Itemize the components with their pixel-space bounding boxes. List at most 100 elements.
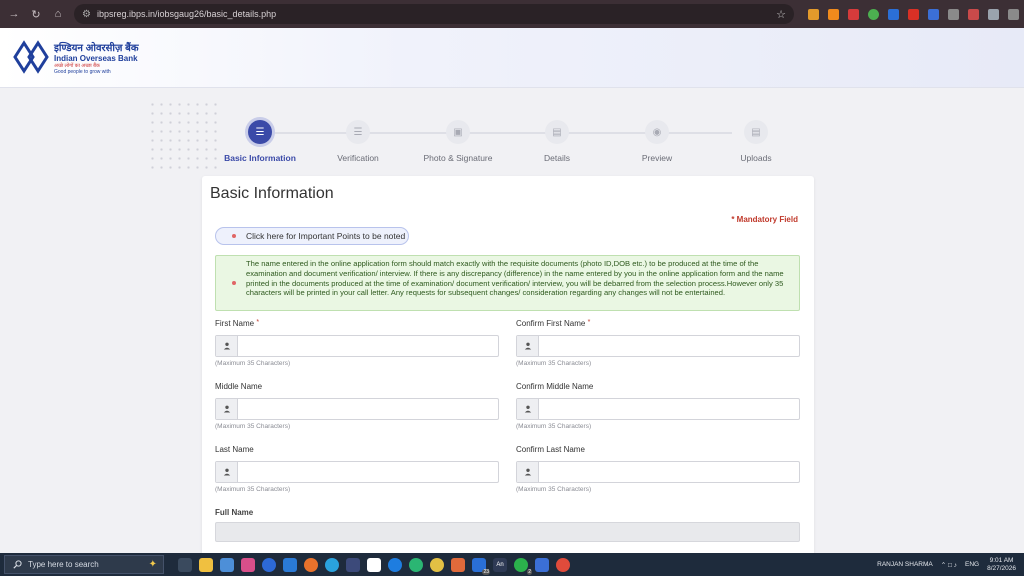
extension-icon[interactable] [848, 8, 859, 20]
first-name-hint: (Maximum 35 Characters) [215, 360, 291, 367]
app-icon[interactable] [451, 557, 465, 572]
app-icon[interactable] [535, 557, 549, 572]
telegram-icon[interactable] [325, 557, 339, 572]
store-icon[interactable] [220, 557, 234, 572]
edge-dev-icon[interactable] [409, 557, 423, 572]
confirm-last-name-label: Confirm Last Name [516, 445, 585, 454]
confirm-last-name-group: Confirm Last Name (Maximum 35 Characters… [516, 445, 800, 493]
puzzle-extensions-icon[interactable] [948, 8, 959, 20]
full-name-readonly-field [215, 522, 800, 542]
document-icon: ▤ [545, 120, 569, 144]
browser-toolbar: → ↻ ⌂ ⚙ ibpsreg.ibps.in/iobsgaug26/basic… [0, 0, 1024, 28]
download-icon[interactable] [968, 8, 979, 20]
first-name-label: First Name [215, 319, 255, 328]
extension-icon[interactable] [808, 8, 819, 20]
last-name-group: Last Name (Maximum 35 Characters) [215, 445, 499, 493]
anydesk-icon[interactable]: An [493, 557, 507, 572]
chrome-icon[interactable] [430, 557, 444, 572]
system-tray-icons[interactable]: ⌃ □ ♪ [941, 561, 957, 569]
whatsapp-icon[interactable]: 2 [514, 557, 532, 575]
home-icon[interactable]: ⌂ [48, 8, 68, 21]
capcut-icon[interactable] [367, 557, 381, 572]
user-icon [517, 399, 539, 419]
bank-name-hindi: इण्डियन ओवरसीज़ बैंक [54, 43, 139, 54]
instagram-icon[interactable] [241, 557, 255, 572]
url-text: ibpsreg.ibps.in/iobsgaug26/basic_details… [96, 9, 277, 19]
progress-stepper: ☰ Basic Information ☰ Verification ▣ Pho… [222, 120, 782, 164]
confirm-first-name-input[interactable] [539, 336, 799, 356]
task-view-icon[interactable] [178, 557, 192, 572]
badge-count: 2 [527, 568, 532, 575]
document-icon: ▤ [744, 120, 768, 144]
bank-name: Indian Overseas Bank [54, 54, 138, 63]
middle-name-input[interactable] [238, 399, 498, 419]
bullet-dot-icon [232, 281, 236, 285]
image-icon: ▣ [446, 120, 470, 144]
confirm-middle-name-group: Confirm Middle Name (Maximum 35 Characte… [516, 382, 800, 430]
file-explorer-icon[interactable] [199, 557, 213, 572]
mail-icon[interactable] [283, 557, 297, 572]
last-name-input[interactable] [238, 462, 498, 482]
badge-count: 23 [482, 568, 490, 575]
last-name-label: Last Name [215, 445, 254, 454]
middle-name-label: Middle Name [215, 382, 263, 391]
confirm-last-name-input[interactable] [539, 462, 799, 482]
step-preview[interactable]: ◉ Preview [612, 120, 702, 163]
first-name-input[interactable] [238, 336, 498, 356]
important-points-button[interactable]: Click here for Important Points to be no… [215, 227, 409, 245]
app-icon[interactable] [346, 557, 360, 572]
site-header: इण्डियन ओवरसीज़ बैंक Indian Overseas Ban… [0, 28, 1024, 88]
iob-logo-icon [13, 40, 49, 74]
step-details[interactable]: ▤ Details [512, 120, 602, 163]
windows-taskbar: Type here to search ✦ 23 An 2 RANJAN SHA… [0, 553, 1024, 576]
user-icon [517, 336, 539, 356]
facebook-icon[interactable] [262, 557, 276, 572]
last-name-hint: (Maximum 35 Characters) [215, 486, 291, 493]
mandatory-field-note: * Mandatory Field [731, 215, 798, 224]
bookmark-star-icon[interactable]: ☆ [776, 8, 786, 21]
user-icon [216, 336, 238, 356]
confirm-middle-name-input[interactable] [539, 399, 799, 419]
taskbar-search-box[interactable]: Type here to search ✦ [4, 555, 164, 574]
step-photo-signature[interactable]: ▣ Photo & Signature [413, 120, 503, 163]
name-notice-box: The name entered in the online applicati… [215, 255, 800, 311]
app-badge-icon[interactable]: 23 [472, 557, 490, 575]
first-name-group: First Name * (Maximum 35 Characters) [215, 319, 499, 367]
menu-icon[interactable] [1008, 8, 1019, 20]
location-extension-icon[interactable] [868, 8, 879, 20]
firefox-icon[interactable] [304, 557, 318, 572]
reload-icon[interactable]: ↻ [26, 8, 46, 21]
language-indicator[interactable]: ENG [965, 561, 979, 568]
confirm-first-name-hint: (Maximum 35 Characters) [516, 360, 592, 367]
clock-time: 9:01 AM [989, 556, 1014, 564]
extension-icon[interactable] [888, 8, 899, 20]
list-icon: ☰ [346, 120, 370, 144]
eye-icon: ◉ [645, 120, 669, 144]
chrome-active-icon[interactable] [556, 557, 570, 572]
required-marker: * [256, 319, 260, 326]
taskbar-clock[interactable]: 9:01 AM 8/27/2026 [987, 557, 1016, 573]
taskbar-search-placeholder: Type here to search [28, 560, 99, 569]
user-icon [517, 462, 539, 482]
step-uploads[interactable]: ▤ Uploads [711, 120, 801, 163]
step-label: Details [544, 153, 570, 163]
taskbar-user-name: RANJAN SHARMA [877, 561, 933, 568]
step-verification[interactable]: ☰ Verification [313, 120, 403, 163]
step-label: Preview [641, 153, 673, 163]
site-info-icon[interactable]: ⚙ [82, 9, 91, 20]
bank-logo-text: इण्डियन ओवरसीज़ बैंक Indian Overseas Ban… [54, 40, 139, 75]
amazon-extension-icon[interactable] [828, 8, 839, 20]
basic-information-card: Basic Information * Mandatory Field Clic… [202, 176, 814, 566]
step-basic-information[interactable]: ☰ Basic Information [215, 120, 305, 163]
edge-icon[interactable] [388, 557, 402, 572]
back-arrow-icon[interactable]: → [4, 8, 24, 21]
middle-name-hint: (Maximum 35 Characters) [215, 423, 291, 430]
extension-icon[interactable] [928, 8, 939, 20]
profile-icon[interactable] [988, 8, 999, 20]
search-icon [13, 560, 22, 569]
full-name-group: Full Name [215, 508, 499, 520]
clock-date: 8/27/2026 [987, 564, 1016, 572]
required-marker: * [587, 319, 591, 326]
address-bar[interactable]: ⚙ ibpsreg.ibps.in/iobsgaug26/basic_detai… [74, 4, 794, 24]
extension-icon[interactable] [908, 8, 919, 20]
